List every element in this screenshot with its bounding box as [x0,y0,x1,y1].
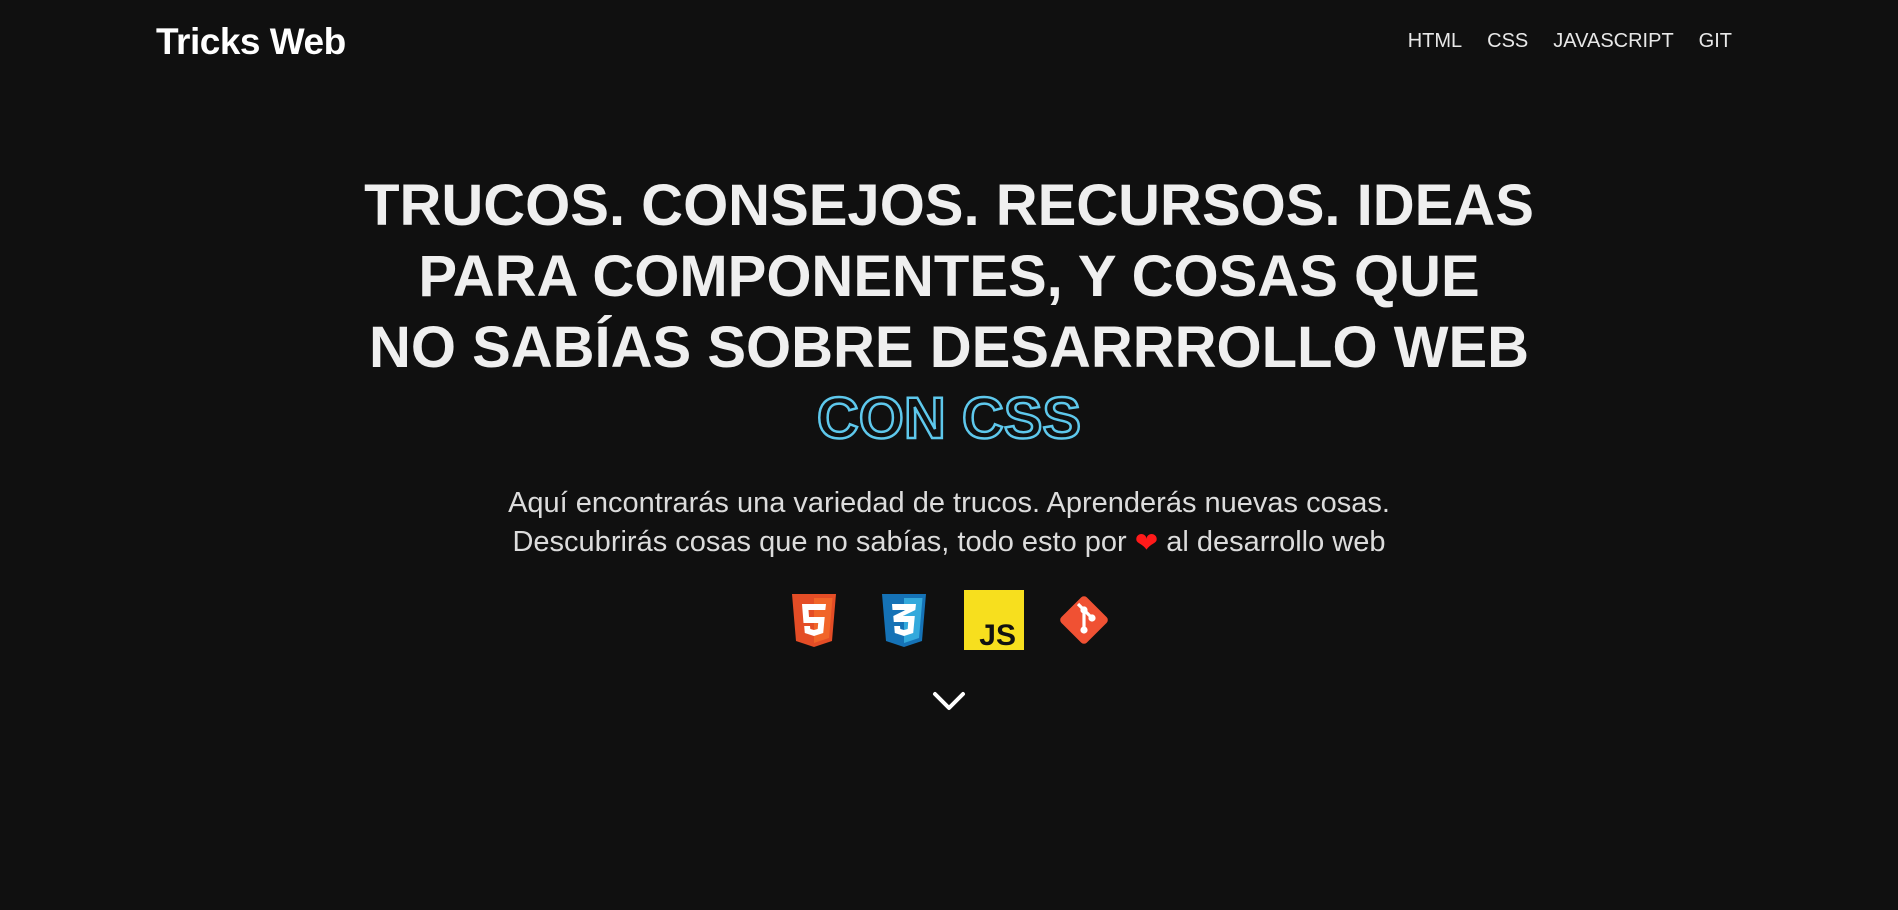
git-icon [1060,596,1108,644]
site-logo[interactable]: Tricks Web [156,18,346,66]
hero-subtitle: Aquí encontrarás una variedad de trucos.… [399,484,1499,562]
subtitle-line: Descubrirás cosas que no sabías, todo es… [399,523,1499,562]
tech-icons: JS [0,590,1898,650]
subtitle-text-after-heart: al desarrollo web [1166,526,1386,558]
nav-link-git[interactable]: GIT [1699,28,1732,54]
chevron-down-icon[interactable] [929,686,969,714]
hero-section: TRUCOS. CONSEJOS. RECURSOS. IDEAS PARA C… [0,170,1898,714]
page: Tricks Web HTML CSS JAVASCRIPT GIT TRUCO… [0,0,1898,910]
headline-highlight: CON CSS [816,385,1083,453]
nav-link-javascript[interactable]: JAVASCRIPT [1553,28,1673,54]
site-header: Tricks Web HTML CSS JAVASCRIPT GIT [0,0,1898,84]
css3-icon [882,594,926,647]
javascript-icon: JS [964,590,1024,650]
html5-icon [792,594,836,647]
nav-link-css[interactable]: CSS [1487,28,1528,54]
svg-text:JS: JS [979,619,1016,650]
subtitle-text-before-heart: Descubrirás cosas que no sabías, todo es… [512,526,1127,558]
heart-icon: ❤ [1134,527,1159,558]
headline-line: TRUCOS. CONSEJOS. RECURSOS. IDEAS [364,173,1534,238]
hero-headline: TRUCOS. CONSEJOS. RECURSOS. IDEAS PARA C… [319,170,1579,454]
headline-line: PARA COMPONENTES, Y COSAS QUE [418,244,1480,309]
subtitle-line: Aquí encontrarás una variedad de trucos.… [508,487,1390,519]
headline-line: NO SABÍAS SOBRE DESARRROLLO WEB [368,315,1530,380]
main-nav: HTML CSS JAVASCRIPT GIT [1408,28,1732,54]
nav-link-html[interactable]: HTML [1408,28,1462,54]
